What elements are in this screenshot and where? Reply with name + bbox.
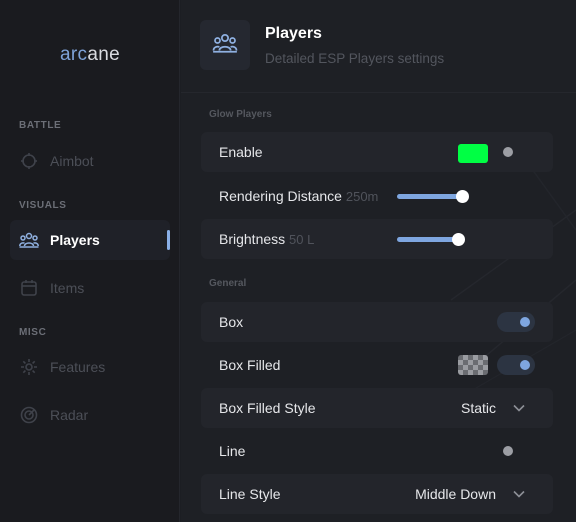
gear-icon (19, 357, 39, 377)
setting-label: Box Filled Style (219, 400, 316, 416)
setting-label: Line (219, 443, 246, 459)
setting-label: Brightness 50 L (219, 231, 314, 247)
setting-row-line: Line (201, 431, 553, 471)
slider-thumb[interactable] (452, 233, 465, 246)
main-panel: Players Detailed ESP Players settings Gl… (181, 0, 576, 522)
rendering-distance-slider[interactable] (397, 190, 469, 203)
setting-row-line-style[interactable]: Line Style Middle Down (201, 474, 553, 514)
sidebar-item-label: Players (50, 232, 100, 248)
setting-value: 250m (345, 189, 379, 204)
users-icon (212, 33, 238, 58)
transparent-color-swatch[interactable] (458, 355, 488, 375)
section-label-misc: MISC (19, 327, 47, 338)
sidebar-item-label: Radar (50, 407, 89, 423)
color-picker-swatch[interactable] (458, 144, 488, 163)
setting-value: 50 L (289, 232, 315, 247)
radar-icon (19, 405, 39, 425)
group-label-general: General (209, 278, 247, 289)
section-label-visuals: VISUALS (19, 200, 67, 211)
sidebar-item-players[interactable]: Players (10, 220, 170, 260)
sidebar-item-label: Aimbot (50, 153, 94, 169)
sidebar-item-radar[interactable]: Radar (10, 395, 170, 435)
logo-text: ane (87, 44, 120, 65)
setting-row-box: Box (201, 302, 553, 342)
page-subtitle: Detailed ESP Players settings (265, 51, 445, 66)
box-toggle[interactable] (497, 312, 535, 332)
setting-row-box-filled-style[interactable]: Box Filled Style Static (201, 388, 553, 428)
setting-row-box-filled: Box Filled (201, 345, 553, 385)
sidebar: arcane BATTLE Aimbot VISUALS Players Ite… (0, 0, 180, 522)
toggle-knob (520, 317, 530, 327)
toggle-off-indicator[interactable] (503, 446, 513, 456)
sidebar-item-features[interactable]: Features (10, 347, 170, 387)
setting-row-brightness: Brightness 50 L (201, 219, 553, 259)
logo-accent-text: arc (60, 44, 88, 65)
sidebar-item-items[interactable]: Items (10, 268, 170, 308)
setting-label: Line Style (219, 486, 281, 502)
chevron-down-icon[interactable] (512, 401, 526, 415)
sidebar-item-label: Items (50, 280, 85, 296)
sidebar-item-label: Features (50, 359, 106, 375)
section-label-battle: BATTLE (19, 120, 62, 131)
app-logo: arcane (0, 44, 180, 66)
users-icon (19, 230, 39, 250)
sidebar-item-aimbot[interactable]: Aimbot (10, 141, 170, 181)
toggle-off-indicator[interactable] (503, 147, 513, 157)
setting-row-enable: Enable (201, 132, 553, 172)
setting-label: Enable (219, 144, 263, 160)
setting-row-rendering-distance: Rendering Distance 250m (201, 176, 553, 216)
crosshair-icon (19, 151, 39, 171)
box-filled-toggle[interactable] (497, 355, 535, 375)
header-divider (181, 92, 576, 93)
toggle-knob (520, 360, 530, 370)
setting-label: Box Filled (219, 357, 281, 373)
calendar-icon (19, 278, 39, 298)
select-value[interactable]: Middle Down (415, 486, 496, 502)
setting-label-text: Rendering Distance (219, 188, 342, 204)
setting-label-text: Brightness (219, 231, 286, 247)
setting-label: Box (219, 314, 244, 330)
header-icon-box (200, 20, 250, 70)
slider-thumb[interactable] (456, 190, 469, 203)
setting-label: Rendering Distance 250m (219, 188, 378, 204)
chevron-down-icon[interactable] (512, 487, 526, 501)
brightness-slider[interactable] (397, 233, 465, 246)
active-indicator (167, 230, 170, 250)
select-value[interactable]: Static (461, 400, 496, 416)
page-title: Players (265, 25, 322, 42)
group-label-glow: Glow Players (209, 109, 272, 120)
